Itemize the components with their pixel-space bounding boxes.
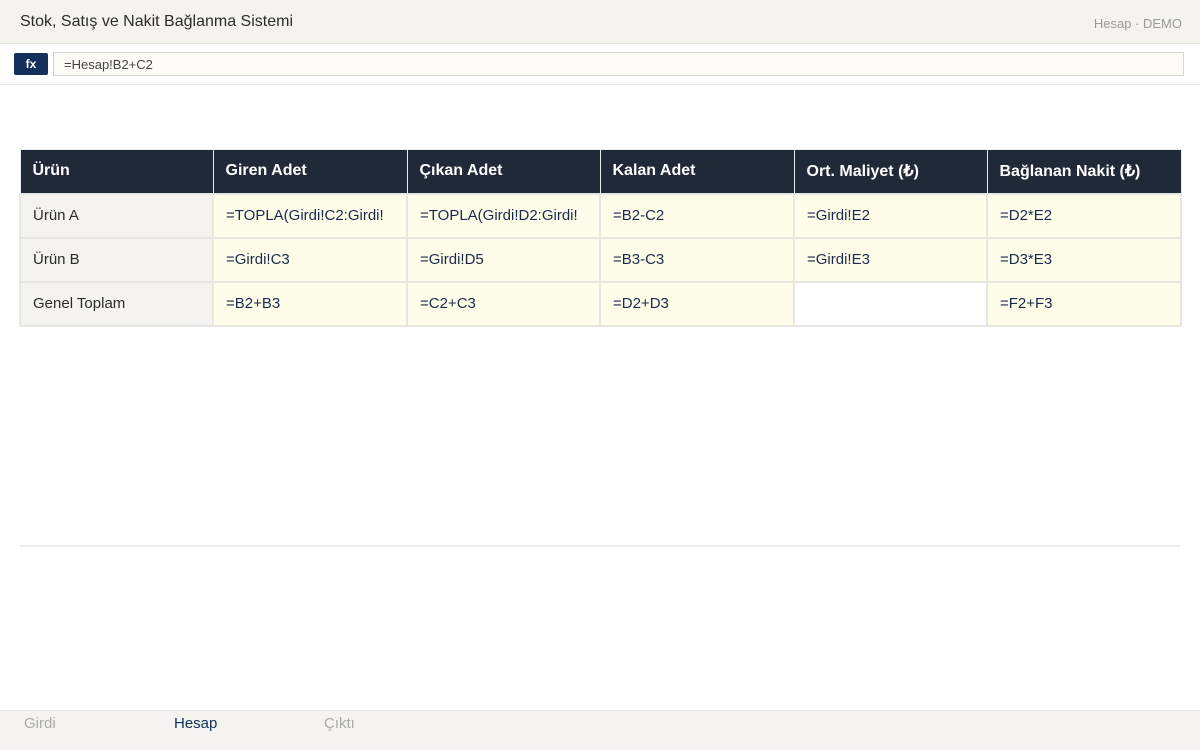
spreadsheet-app: Stok, Satış ve Nakit Bağlanma Sistemi He… bbox=[0, 0, 1200, 750]
sheet-indicator: Hesap · DEMO bbox=[1093, 16, 1182, 31]
formula-cell[interactable]: =D2+D3 bbox=[599, 280, 795, 327]
formula-cell[interactable]: =B3-C3 bbox=[599, 236, 795, 283]
column-header-kalan-adet[interactable]: Kalan Adet bbox=[599, 149, 795, 194]
sheet-tab-cikti[interactable]: Çıktı bbox=[324, 715, 355, 732]
formula-cell[interactable]: =TOPLA(Girdi!D2:Girdi! bbox=[406, 192, 601, 239]
formula-cell[interactable]: =Girdi!E2 bbox=[793, 192, 988, 239]
formula-cell[interactable]: =Girdi!C3 bbox=[212, 236, 408, 283]
fx-button[interactable]: fx bbox=[14, 53, 48, 75]
formula-cell[interactable]: =TOPLA(Girdi!C2:Girdi! bbox=[212, 192, 408, 239]
row-label-cell[interactable]: Ürün A bbox=[19, 192, 214, 239]
sheet-tabs-bar: Girdi Hesap Çıktı bbox=[0, 710, 1200, 750]
table-row: Ürün B =Girdi!C3 =Girdi!D5 =B3-C3 =Girdi… bbox=[19, 236, 1182, 283]
formula-cell[interactable]: =Girdi!D5 bbox=[406, 236, 601, 283]
header-row: Ürün Giren Adet Çıkan Adet Kalan Adet Or… bbox=[19, 149, 1182, 194]
empty-cell[interactable] bbox=[793, 280, 988, 327]
formula-input[interactable] bbox=[53, 52, 1184, 76]
formula-cell[interactable]: =D3*E3 bbox=[986, 236, 1182, 283]
formula-cell[interactable]: =D2*E2 bbox=[986, 192, 1182, 239]
sheet-tab-girdi[interactable]: Girdi bbox=[24, 715, 56, 732]
title-bar: Stok, Satış ve Nakit Bağlanma Sistemi He… bbox=[0, 0, 1200, 44]
sheet-tab-hesap[interactable]: Hesap bbox=[174, 715, 217, 732]
formula-cell[interactable]: =Girdi!E3 bbox=[793, 236, 988, 283]
formula-cell[interactable]: =F2+F3 bbox=[986, 280, 1182, 327]
table-row-total: Genel Toplam =B2+B3 =C2+C3 =D2+D3 =F2+F3 bbox=[19, 280, 1182, 327]
formula-bar: fx bbox=[0, 44, 1200, 85]
column-header-urun[interactable]: Ürün bbox=[19, 149, 214, 194]
formula-cell[interactable]: =B2+B3 bbox=[212, 280, 408, 327]
row-label-cell[interactable]: Ürün B bbox=[19, 236, 214, 283]
column-header-cikan-adet[interactable]: Çıkan Adet bbox=[406, 149, 601, 194]
formula-cell[interactable]: =C2+C3 bbox=[406, 280, 601, 327]
formula-cell[interactable]: =B2-C2 bbox=[599, 192, 795, 239]
app-title: Stok, Satış ve Nakit Bağlanma Sistemi bbox=[20, 13, 293, 30]
table-row: Ürün A =TOPLA(Girdi!C2:Girdi! =TOPLA(Gir… bbox=[19, 192, 1182, 239]
column-header-baglanan-nakit[interactable]: Bağlanan Nakit (₺) bbox=[986, 149, 1182, 194]
column-header-ort-maliyet[interactable]: Ort. Maliyet (₺) bbox=[793, 149, 988, 194]
spreadsheet-grid: Ürün Giren Adet Çıkan Adet Kalan Adet Or… bbox=[19, 149, 1182, 327]
divider bbox=[20, 545, 1180, 547]
column-header-giren-adet[interactable]: Giren Adet bbox=[212, 149, 408, 194]
row-label-cell[interactable]: Genel Toplam bbox=[19, 280, 214, 327]
